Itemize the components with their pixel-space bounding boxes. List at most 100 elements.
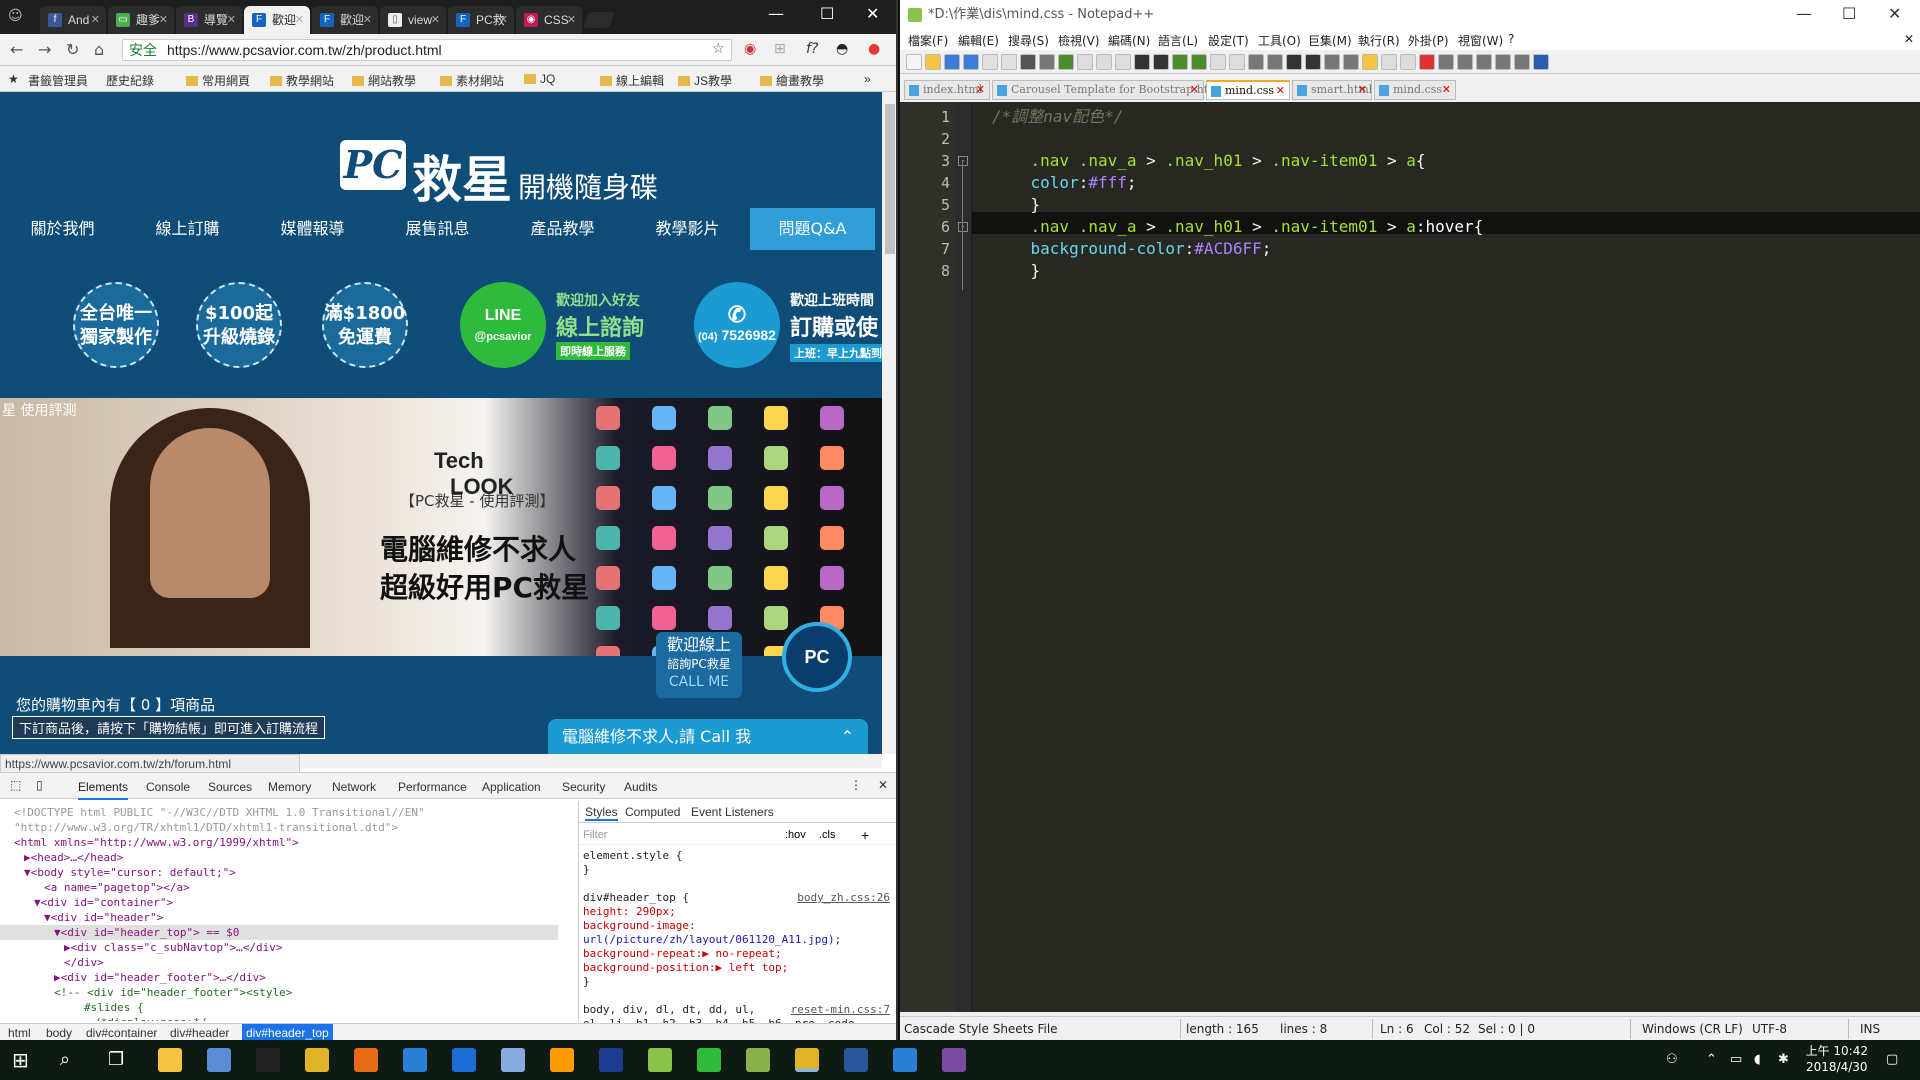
- dom-node[interactable]: <html xmlns="http://www.w3.org/1999/xhtm…: [0, 835, 299, 850]
- styles-filter-input[interactable]: Filter: [583, 829, 607, 841]
- npp-menu-item[interactable]: 搜尋(S): [1008, 32, 1049, 49]
- devtools-tab[interactable]: Performance: [398, 780, 467, 794]
- browser-tab[interactable]: F PC救 ✕: [448, 6, 514, 34]
- back-icon[interactable]: ←: [10, 40, 23, 59]
- indent-guide-icon[interactable]: [1286, 54, 1302, 70]
- site-nav-item[interactable]: 線上訂購: [125, 208, 250, 250]
- zoom-out-icon[interactable]: [1191, 54, 1207, 70]
- dom-node[interactable]: /*display:none;*/: [0, 1015, 207, 1021]
- save-icon[interactable]: [944, 54, 960, 70]
- breadcrumb-item[interactable]: div#container: [86, 1026, 157, 1040]
- close-tab-icon[interactable]: ✕: [1358, 83, 1367, 96]
- firefox-icon[interactable]: [354, 1048, 378, 1072]
- new-tab-button[interactable]: [583, 12, 615, 28]
- function-list-icon[interactable]: [1343, 54, 1359, 70]
- illustrator-icon[interactable]: [550, 1048, 574, 1072]
- npp-file-tab[interactable]: mind.css ✕: [1374, 80, 1456, 100]
- open-file-icon[interactable]: [925, 54, 941, 70]
- devtools-tab[interactable]: Network: [332, 780, 376, 794]
- plugin-icon[interactable]: [1514, 54, 1530, 70]
- notifications-icon[interactable]: ▢: [1886, 1052, 1898, 1067]
- chevron-up-icon[interactable]: ⌃: [841, 719, 854, 755]
- browser-tab[interactable]: B 導覽 ✕: [176, 6, 242, 34]
- dom-node[interactable]: ▶<div class="c_subNavtop">…</div>: [0, 940, 283, 955]
- android-icon[interactable]: [746, 1048, 770, 1072]
- scrollbar-thumb[interactable]: [885, 104, 895, 254]
- reload-icon[interactable]: ↻: [66, 40, 79, 59]
- people-icon[interactable]: ⚇: [1666, 1052, 1678, 1067]
- profile-icon[interactable]: ☺: [8, 8, 23, 24]
- extension-f-icon[interactable]: f?: [806, 41, 818, 57]
- site-nav-item[interactable]: 關於我們: [0, 208, 125, 250]
- record-macro-icon[interactable]: [1400, 54, 1416, 70]
- dom-tree[interactable]: <!DOCTYPE html PUBLIC "-//W3C//DTD XHTML…: [0, 801, 560, 1021]
- sync-h-icon[interactable]: [1229, 54, 1245, 70]
- save-all-icon[interactable]: [963, 54, 979, 70]
- breadcrumb-item[interactable]: div#header_top: [242, 1024, 333, 1040]
- notepadpp-icon[interactable]: [648, 1048, 672, 1072]
- task-view-icon[interactable]: ❐: [108, 1048, 132, 1072]
- devtools-tab[interactable]: Audits: [624, 780, 657, 794]
- lang-icon[interactable]: [1305, 54, 1321, 70]
- close-tab-icon[interactable]: ✕: [1190, 83, 1199, 96]
- bookmarks-star-icon[interactable]: ★: [8, 72, 19, 86]
- copy-icon[interactable]: [1058, 54, 1074, 70]
- ime-icon[interactable]: ✱: [1778, 1052, 1789, 1067]
- line-app-icon[interactable]: [697, 1048, 721, 1072]
- browser-tab[interactable]: ◉ CSS ✕: [516, 6, 582, 34]
- bookmark-star-icon[interactable]: ☆: [712, 41, 725, 57]
- tab-close-icon[interactable]: ✕: [159, 6, 168, 34]
- browser-tab[interactable]: ▯ view ✕: [380, 6, 446, 34]
- style-source-link[interactable]: reset-min.css:7: [791, 1003, 890, 1016]
- npp-menu-item[interactable]: 執行(R): [1358, 32, 1400, 49]
- chevron-up-tray-icon[interactable]: ⌃: [1706, 1052, 1717, 1067]
- dom-node[interactable]: </div>: [0, 955, 104, 970]
- site-nav-item[interactable]: 展售訊息: [375, 208, 500, 250]
- replace-icon[interactable]: [1153, 54, 1169, 70]
- device-toolbar-icon[interactable]: ▯: [36, 778, 43, 792]
- npp-file-tab[interactable]: Carousel Template for Bootstrap.html ✕: [992, 80, 1222, 100]
- npp-file-tab[interactable]: smart.html ✕: [1292, 80, 1372, 100]
- maximize-button[interactable]: ☐: [820, 4, 834, 23]
- edge-icon[interactable]: [452, 1048, 476, 1072]
- forward-icon[interactable]: →: [38, 40, 51, 59]
- npp-minimize-button[interactable]: —: [1796, 4, 1812, 23]
- tab-close-icon[interactable]: ✕: [295, 6, 304, 34]
- site-nav-item[interactable]: 問題Q&A: [750, 208, 875, 250]
- savior-avatar-icon[interactable]: PC: [782, 622, 852, 692]
- code-editor[interactable]: 12345678 -- /*調整nav配色*/ .nav .nav_a > .n…: [900, 102, 1920, 1012]
- hov-toggle[interactable]: :hov: [785, 829, 806, 841]
- tab-close-icon[interactable]: ✕: [499, 6, 508, 34]
- undo-icon[interactable]: [1096, 54, 1112, 70]
- zoom-in-icon[interactable]: [1172, 54, 1188, 70]
- code-line[interactable]: .nav .nav_a > .nav_h01 > .nav-item01 > a…: [992, 150, 1426, 172]
- site-nav-item[interactable]: 教學影片: [625, 208, 750, 250]
- npp-menu-item[interactable]: 檢視(V): [1058, 32, 1100, 49]
- bookmark-item[interactable]: JQ: [524, 72, 555, 86]
- styles-subtab[interactable]: Styles: [585, 805, 618, 821]
- breadcrumb-item[interactable]: html: [8, 1026, 31, 1040]
- site-nav-item[interactable]: 產品教學: [500, 208, 625, 250]
- tab-close-icon[interactable]: ✕: [567, 6, 576, 34]
- close-devtools-icon[interactable]: ✕: [878, 778, 888, 792]
- tab-close-icon[interactable]: ✕: [363, 6, 372, 34]
- bookmark-item[interactable]: 網站教學: [352, 72, 416, 89]
- bookmark-item[interactable]: 教學網站: [270, 72, 334, 89]
- cls-toggle[interactable]: .cls: [819, 829, 836, 841]
- bookmark-item[interactable]: 歷史紀錄: [106, 72, 154, 89]
- npp-doc-close-icon[interactable]: ✕: [1904, 32, 1914, 46]
- folder-workspace-icon[interactable]: [1362, 54, 1378, 70]
- devtools-tab[interactable]: Elements: [78, 780, 129, 800]
- npp-close-button[interactable]: ✕: [1888, 4, 1901, 23]
- stop-macro-icon[interactable]: [1419, 54, 1435, 70]
- add-rule-icon[interactable]: +: [861, 827, 869, 843]
- sync-v-icon[interactable]: [1210, 54, 1226, 70]
- paste-icon[interactable]: [1077, 54, 1093, 70]
- new-file-icon[interactable]: [906, 54, 922, 70]
- promo-badge[interactable]: 滿$1800 免運費: [322, 282, 408, 368]
- fold-toggle-icon[interactable]: -: [958, 222, 968, 232]
- search-icon[interactable]: ⌕: [60, 1048, 84, 1072]
- chrome-active-icon[interactable]: [795, 1048, 819, 1072]
- dom-node[interactable]: "http://www.w3.org/TR/xhtml1/DTD/xhtml1-…: [0, 820, 398, 835]
- breadcrumb-item[interactable]: body: [46, 1026, 72, 1040]
